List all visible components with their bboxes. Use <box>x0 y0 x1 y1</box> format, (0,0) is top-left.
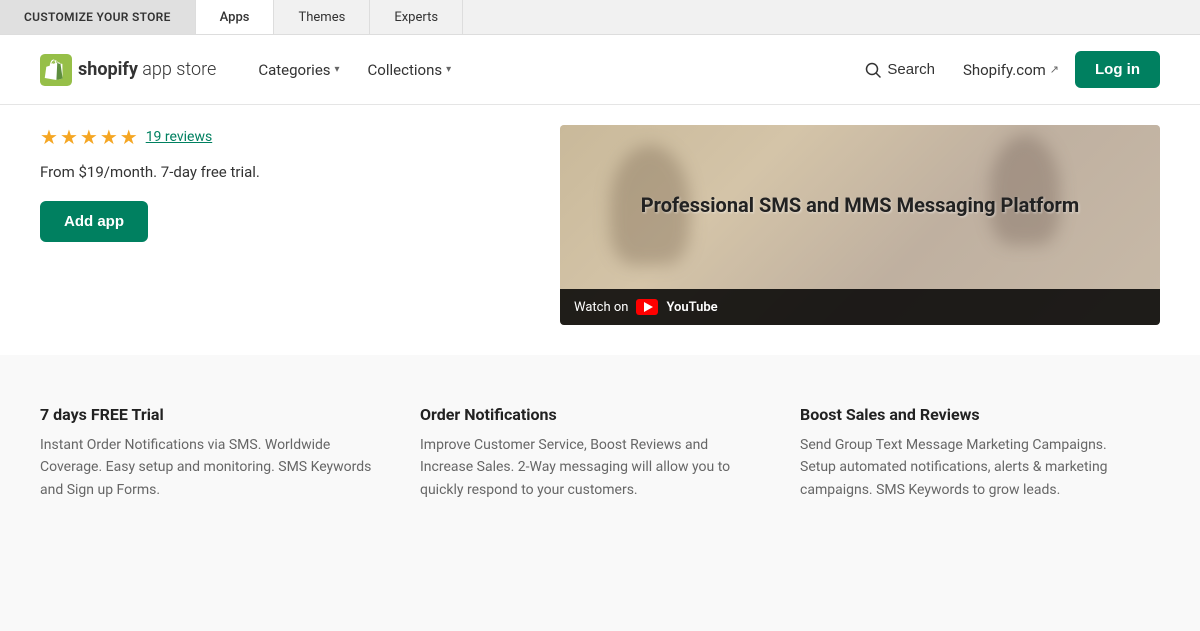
shopify-logo-icon <box>40 54 72 86</box>
categories-chevron-icon: ▾ <box>335 64 340 75</box>
feature-desc-1: Improve Customer Service, Boost Reviews … <box>420 434 760 501</box>
logo-text: shopify app store <box>78 59 216 80</box>
star-rating: ★ ★ ★ ★ ★ <box>40 125 138 149</box>
feature-title-1: Order Notifications <box>420 405 760 424</box>
rating-row: ★ ★ ★ ★ ★ 19 reviews <box>40 125 520 149</box>
collections-chevron-icon: ▾ <box>446 64 451 75</box>
top-nav-apps[interactable]: Apps <box>196 0 275 34</box>
feature-title-0: 7 days FREE Trial <box>40 405 380 424</box>
video-title-overlay: Professional SMS and MMS Messaging Platf… <box>560 125 1160 285</box>
features-grid: 7 days FREE Trial Instant Order Notifica… <box>40 405 1140 501</box>
logo[interactable]: shopify app store <box>40 54 216 86</box>
features-section: 7 days FREE Trial Instant Order Notifica… <box>0 355 1200 551</box>
shopify-com-link[interactable]: Shopify.com ↗ <box>963 61 1059 79</box>
pricing-text: From $19/month. 7-day free trial. <box>40 163 520 181</box>
feature-desc-0: Instant Order Notifications via SMS. Wor… <box>40 434 380 501</box>
bottom-spacer <box>0 551 1200 631</box>
top-navigation: CUSTOMIZE YOUR STORE Apps Themes Experts <box>0 0 1200 35</box>
app-detail-section: ★ ★ ★ ★ ★ 19 reviews From $19/month. 7-d… <box>0 105 1200 355</box>
star-4: ★ <box>100 125 118 149</box>
header-actions: Search Shopify.com ↗ Log in <box>853 51 1160 88</box>
main-content: ★ ★ ★ ★ ★ 19 reviews From $19/month. 7-d… <box>0 105 1200 631</box>
feature-item-1: Order Notifications Improve Customer Ser… <box>420 405 760 501</box>
header-nav: Categories ▾ Collections ▾ <box>246 53 853 87</box>
categories-nav-link[interactable]: Categories ▾ <box>246 53 351 87</box>
search-icon <box>865 62 881 78</box>
collections-nav-link[interactable]: Collections ▾ <box>356 53 464 87</box>
top-nav-customize[interactable]: CUSTOMIZE YOUR STORE <box>0 0 196 34</box>
site-header: shopify app store Categories ▾ Collectio… <box>0 35 1200 105</box>
reviews-link[interactable]: 19 reviews <box>146 129 213 145</box>
login-button[interactable]: Log in <box>1075 51 1160 88</box>
youtube-logo: YouTube <box>636 299 717 315</box>
video-container[interactable]: Professional SMS and MMS Messaging Platf… <box>560 125 1160 325</box>
star-3: ★ <box>80 125 98 149</box>
feature-title-2: Boost Sales and Reviews <box>800 405 1140 424</box>
search-button[interactable]: Search <box>853 53 947 86</box>
top-nav-themes[interactable]: Themes <box>274 0 370 34</box>
star-1: ★ <box>40 125 58 149</box>
top-nav-experts[interactable]: Experts <box>370 0 463 34</box>
feature-item-2: Boost Sales and Reviews Send Group Text … <box>800 405 1140 501</box>
external-link-icon: ↗ <box>1050 63 1059 76</box>
app-info: ★ ★ ★ ★ ★ 19 reviews From $19/month. 7-d… <box>40 125 520 325</box>
youtube-icon <box>636 299 658 315</box>
youtube-play-icon <box>644 302 653 312</box>
feature-desc-2: Send Group Text Message Marketing Campai… <box>800 434 1140 501</box>
star-2: ★ <box>60 125 78 149</box>
add-app-button[interactable]: Add app <box>40 201 148 242</box>
star-5: ★ <box>120 125 138 149</box>
feature-item-0: 7 days FREE Trial Instant Order Notifica… <box>40 405 380 501</box>
video-overlay-bar[interactable]: Watch on YouTube <box>560 289 1160 325</box>
